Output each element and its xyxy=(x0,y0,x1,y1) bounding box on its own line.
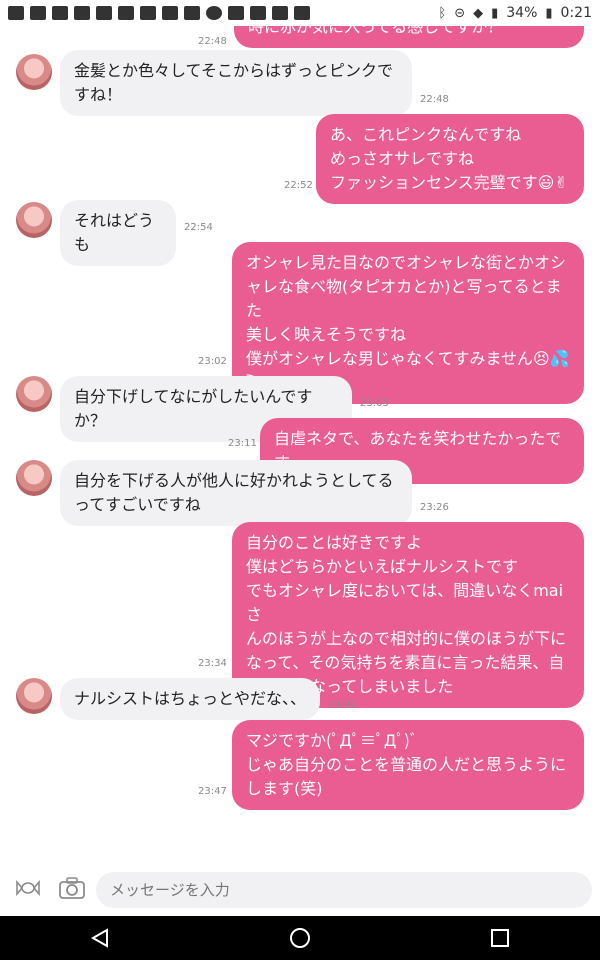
incoming-message[interactable]: それはどうも xyxy=(60,200,176,266)
home-icon[interactable] xyxy=(280,918,320,958)
chat-list[interactable]: 時に赤が気に入ってる感じですか？ 22:48 金髪とか色々してそこからはずっとピ… xyxy=(0,26,600,860)
message-time: 22:48 xyxy=(198,36,227,47)
image-icon xyxy=(184,6,200,20)
outgoing-message[interactable]: 時に赤が気に入ってる感じですか？ xyxy=(234,26,584,48)
chat-icon xyxy=(250,6,266,20)
candy-icon[interactable] xyxy=(12,872,44,904)
system-status: ᛒ ⊝ ◆ ▮ 34% ▮ 0:21 xyxy=(438,5,592,21)
back-icon[interactable] xyxy=(80,918,120,958)
battery-level: 34% xyxy=(506,5,538,21)
incoming-message[interactable]: ナルシストはちょっとやだな、、 xyxy=(60,678,320,720)
b-icon xyxy=(162,6,178,20)
message-time: 22:52 xyxy=(284,180,313,191)
clock: 0:21 xyxy=(560,5,592,21)
message-time: 23:11 xyxy=(228,438,257,449)
outgoing-message[interactable]: あ、これピンクなんですね めっさオサレですね ファッションセンス完璧です😃✌ xyxy=(316,114,584,204)
recents-icon[interactable] xyxy=(480,918,520,958)
signal-icon: ▮ xyxy=(491,5,499,21)
navigation-bar xyxy=(0,916,600,960)
message-time: 23:34 xyxy=(198,658,227,669)
news-icon xyxy=(140,6,156,20)
message-time: 23:05 xyxy=(360,398,389,409)
dots-icon xyxy=(206,6,222,20)
messenger-icon xyxy=(8,6,24,20)
message-time: 22:48 xyxy=(420,94,449,105)
avatar[interactable] xyxy=(16,376,52,412)
message-time: 23:26 xyxy=(420,502,449,513)
mail-icon xyxy=(74,6,90,20)
avatar[interactable] xyxy=(16,460,52,496)
incoming-message[interactable]: 自分を下げる人が他人に好かれようとしてる ってすごいですね xyxy=(60,460,412,526)
message-time: 22:54 xyxy=(184,222,213,233)
facebook-icon xyxy=(30,6,46,20)
app-icon xyxy=(294,6,310,20)
message-time: 23:39 xyxy=(328,700,357,711)
news-icon xyxy=(96,6,112,20)
incoming-message[interactable]: 金髪とか色々してそこからはずっとピンクで すね！ xyxy=(60,50,412,116)
alarm-icon: ⊝ xyxy=(454,5,466,21)
news-icon xyxy=(52,6,68,20)
camera-icon[interactable] xyxy=(56,872,88,904)
avatar[interactable] xyxy=(16,678,52,714)
message-time: 23:47 xyxy=(198,786,227,797)
amazon-icon xyxy=(118,6,134,20)
app-icon xyxy=(272,6,288,20)
avatar[interactable] xyxy=(16,54,52,90)
notification-icons xyxy=(8,6,310,20)
status-bar: ᛒ ⊝ ◆ ▮ 34% ▮ 0:21 xyxy=(0,0,600,26)
bluetooth-icon: ᛒ xyxy=(438,5,447,21)
outgoing-message[interactable]: マジですか(ﾟДﾟ≡ﾟДﾟ)ﾞ じゃあ自分のことを普通の人だと思うように します… xyxy=(232,720,584,810)
message-time: 23:02 xyxy=(198,356,227,367)
battery-icon: ▮ xyxy=(545,5,553,21)
youtube-icon xyxy=(228,6,244,20)
avatar[interactable] xyxy=(16,202,52,238)
wifi-icon: ◆ xyxy=(473,5,484,21)
message-input[interactable] xyxy=(96,872,592,908)
